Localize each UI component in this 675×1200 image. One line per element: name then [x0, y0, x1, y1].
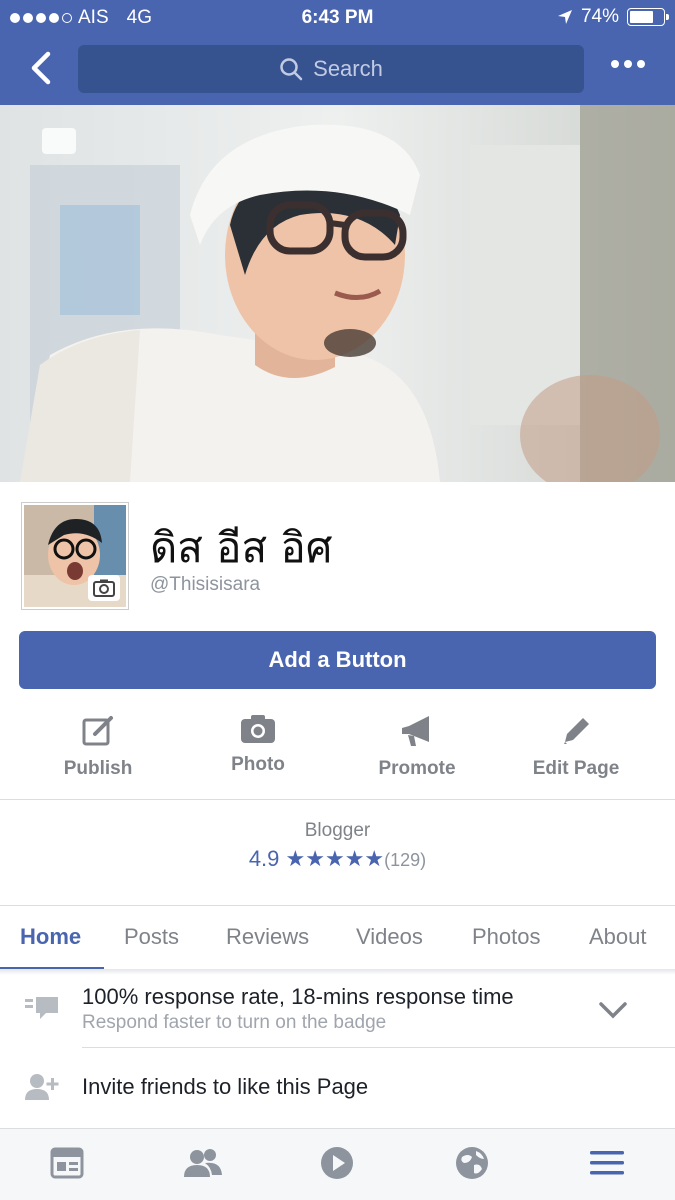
search-icon: [280, 58, 303, 81]
response-rate-row[interactable]: 100% response rate, 18-mins response tim…: [0, 975, 675, 1047]
review-count: (129): [384, 850, 427, 870]
messages-icon: [25, 997, 58, 1019]
friends-tab[interactable]: [178, 1143, 228, 1183]
video-icon: [321, 1147, 353, 1179]
page-tabs: Home Posts Reviews Videos Photos About: [0, 905, 675, 970]
avatar[interactable]: [22, 503, 128, 609]
publish-button[interactable]: Publish: [18, 708, 178, 780]
tab-posts[interactable]: Posts: [124, 924, 179, 950]
cover-photo-illustration: [0, 105, 675, 482]
top-bar: AIS 4G 6:43 PM 74% Search: [0, 0, 675, 105]
pencil-icon: [564, 718, 589, 744]
status-bar: AIS 4G 6:43 PM 74%: [0, 0, 675, 34]
page-category: Blogger: [304, 820, 371, 841]
video-tab[interactable]: [312, 1143, 362, 1183]
menu-tab[interactable]: [582, 1143, 632, 1183]
photo-label: Photo: [231, 754, 285, 775]
response-rate-title: 100% response rate, 18-mins response tim…: [82, 984, 514, 1009]
page-actions: Publish Photo Promote Edit Page: [0, 708, 675, 798]
add-a-button[interactable]: Add a Button: [19, 631, 656, 689]
location-arrow-icon: [557, 10, 572, 24]
chevron-down-icon[interactable]: [599, 1001, 627, 1019]
cover-photo[interactable]: [0, 105, 675, 482]
tab-home[interactable]: Home: [20, 924, 81, 950]
edit-page-label: Edit Page: [532, 758, 620, 779]
tab-about[interactable]: About: [589, 924, 647, 950]
search-placeholder: Search: [313, 56, 383, 81]
megaphone-icon: [402, 716, 429, 746]
friends-icon: [184, 1149, 222, 1177]
photo-button[interactable]: Photo: [178, 708, 338, 776]
status-right: 74%: [557, 6, 669, 28]
invite-friends-label: Invite friends to like this Page: [82, 1074, 369, 1099]
tab-videos[interactable]: Videos: [356, 924, 423, 950]
edit-page-button[interactable]: Edit Page: [496, 708, 656, 780]
facebook-page-screen: AIS 4G 6:43 PM 74% Search ดิส อีส อิศ @T…: [0, 0, 675, 1200]
battery-percent: 74%: [580, 6, 619, 27]
page-username: @Thisisisara: [150, 574, 261, 595]
news-feed-icon: [50, 1147, 84, 1179]
promote-button[interactable]: Promote: [337, 708, 497, 780]
tab-reviews[interactable]: Reviews: [226, 924, 309, 950]
search-input[interactable]: Search: [78, 45, 584, 93]
camera-icon: [241, 715, 275, 743]
more-options-icon[interactable]: [611, 60, 645, 68]
back-button[interactable]: [28, 50, 58, 90]
avatar-camera-icon[interactable]: [88, 575, 120, 601]
page-title: ดิส อีส อิศ: [150, 523, 333, 572]
rating-stars: ★★★★★: [285, 846, 385, 871]
rating-value: 4.9: [248, 846, 280, 871]
invite-friends-row[interactable]: Invite friends to like this Page: [0, 1048, 675, 1126]
chevron-left-icon: [31, 51, 51, 85]
response-rate-subtitle: Respond faster to turn on the badge: [82, 1012, 387, 1033]
news-feed-tab[interactable]: [42, 1143, 92, 1183]
cover-camera-icon[interactable]: [42, 128, 76, 154]
edit-icon: [82, 716, 113, 746]
bottom-tab-bar: [0, 1128, 675, 1200]
battery-icon: [627, 8, 669, 26]
rating-summary[interactable]: 4.9 ★★★★★(129): [0, 846, 675, 872]
page-info: Blogger 4.9 ★★★★★(129): [0, 820, 675, 872]
promote-label: Promote: [378, 758, 456, 779]
publish-label: Publish: [63, 758, 133, 779]
add-friend-icon: [25, 1074, 59, 1100]
divider: [0, 799, 675, 800]
notifications-tab[interactable]: [447, 1143, 497, 1183]
menu-icon: [590, 1151, 624, 1175]
globe-icon: [456, 1147, 488, 1179]
tab-photos[interactable]: Photos: [472, 924, 541, 950]
